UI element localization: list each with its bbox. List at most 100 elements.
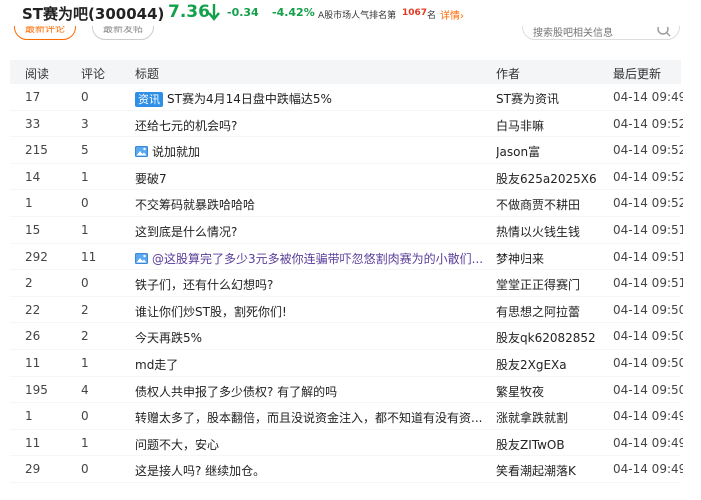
post-title-link[interactable]: 今天再跌5% (135, 329, 485, 346)
read-count: 195 (25, 382, 48, 397)
rank-unit: 名 (427, 11, 437, 21)
search-box[interactable] (522, 26, 680, 40)
header-read: 阅读 (25, 67, 50, 81)
author-link[interactable]: 涨就拿跌就割 (496, 409, 606, 426)
post-title-link[interactable]: 这到底是什么情况? (135, 223, 485, 240)
author-link[interactable]: 有思想之阿拉蕾 (496, 303, 606, 320)
author-link[interactable]: 繁星牧夜 (496, 383, 606, 400)
read-count: 17 (25, 90, 41, 104)
image-icon (135, 146, 148, 158)
post-title-link[interactable]: 说加就加 (152, 145, 200, 159)
detail-link[interactable]: 详情› (440, 7, 464, 22)
read-count: 15 (25, 222, 41, 237)
comment-count: 1 (81, 169, 89, 184)
stock-header: ST赛为吧(300044) 7.36 -0.34 -4.42% A股市场人气排名… (0, 0, 701, 26)
table-row: 11 1 md走了 股友2XgEXa 04-14 09:50 (10, 350, 683, 377)
post-title-link[interactable]: 这是接人吗? 继续加仓。 (135, 462, 485, 479)
tab-latest-posts[interactable]: 最新发帖 (92, 26, 154, 40)
table-row: 292 11 @这股算完了多少3元多被你连骗带吓忽悠割肉赛为的小散们... 梦神… (10, 244, 683, 271)
post-title-link[interactable]: 债权人共申报了多少债权? 有了解的吗 (135, 383, 485, 400)
update-time: 04-14 09:50 (613, 382, 683, 397)
down-arrow-icon (208, 4, 220, 21)
table-row: 195 4 债权人共申报了多少债权? 有了解的吗 繁星牧夜 04-14 09:5… (10, 377, 683, 404)
author-link[interactable]: 堂堂正正得赛门 (496, 276, 606, 293)
post-title-link[interactable]: 不交筹码就暴跌哈哈哈 (135, 196, 485, 213)
comment-count: 0 (81, 409, 89, 424)
post-title-cell: 说加就加 (135, 143, 485, 160)
post-title-link[interactable]: @这股算完了多少3元多被你连骗带吓忽悠割肉赛为的小散们... (152, 252, 483, 266)
stock-price: 7.36 (168, 2, 210, 22)
post-title-link[interactable]: 还给七元的机会吗? (135, 117, 485, 134)
update-time: 04-14 09:52 (613, 196, 683, 211)
author-link[interactable]: 股友qk62082852 (496, 329, 606, 346)
comment-count: 2 (81, 329, 89, 344)
table-row: 2 0 铁子们，还有什么幻想吗? 堂堂正正得赛门 04-14 09:51 (10, 270, 683, 297)
update-time: 04-14 09:52 (613, 143, 683, 158)
search-icon[interactable] (657, 27, 671, 39)
author-link[interactable]: 热情以火钱生钱 (496, 223, 606, 240)
read-count: 1 (25, 196, 33, 211)
price-change: -0.34 (227, 6, 259, 19)
author-link[interactable]: 股友2XgEXa (496, 356, 606, 373)
update-time: 04-14 09:49 (613, 90, 683, 104)
post-title-link[interactable]: 转赠太多了，股本翻倍，而且没说资金注入，都不知道有没有资... (135, 409, 485, 426)
comment-count: 0 (81, 462, 89, 477)
read-count: 1 (25, 409, 33, 424)
read-count: 26 (25, 329, 41, 344)
author-link[interactable]: 梦神归来 (496, 250, 606, 267)
read-count: 2 (25, 276, 33, 291)
post-title-link[interactable]: 谁让你们炒ST股，割死你们! (135, 303, 485, 320)
post-title-link[interactable]: 问题不大，安心 (135, 436, 485, 453)
read-count: 11 (25, 355, 41, 370)
image-icon (135, 252, 148, 264)
table-row: 1 0 不交筹码就暴跌哈哈哈 不做商贾不耕田 04-14 09:52 (10, 190, 683, 217)
update-time: 04-14 09:50 (613, 329, 683, 344)
author-link[interactable]: 股友625a2025X6 (496, 170, 606, 187)
search-input[interactable] (533, 27, 653, 39)
read-count: 292 (25, 249, 48, 264)
table-row: 33 3 还给七元的机会吗? 白马非嘛 04-14 09:52 (10, 111, 683, 138)
comment-count: 1 (81, 355, 89, 370)
comment-count: 1 (81, 222, 89, 237)
update-time: 04-14 09:51 (613, 222, 683, 237)
comment-count: 0 (81, 276, 89, 291)
table-header: 阅读 评论 标题 作者 最后更新 (10, 60, 681, 84)
post-title-cell: @这股算完了多少3元多被你连骗带吓忽悠割肉赛为的小散们... (135, 250, 485, 267)
table-row: 1 0 转赠太多了，股本翻倍，而且没说资金注入，都不知道有没有资... 涨就拿跌… (10, 403, 683, 430)
update-time: 04-14 09:50 (613, 302, 683, 317)
author-link[interactable]: Jason富 (496, 143, 606, 160)
comment-count: 2 (81, 302, 89, 317)
read-count: 11 (25, 435, 41, 450)
post-title-link[interactable]: 铁子们，还有什么幻想吗? (135, 276, 485, 293)
author-link[interactable]: 笑看潮起潮落K (496, 462, 606, 479)
comment-count: 0 (81, 90, 89, 104)
rank-number: 1067 (402, 8, 428, 18)
update-time: 04-14 09:51 (613, 249, 683, 264)
news-tag[interactable]: 资讯 (135, 92, 163, 107)
table-row: 29 0 这是接人吗? 继续加仓。 笑看潮起潮落K 04-14 09:49 (10, 456, 683, 483)
table-row: 15 1 这到底是什么情况? 热情以火钱生钱 04-14 09:51 (10, 217, 683, 244)
post-title-link[interactable]: ST赛为4月14日盘中跌幅达5% (167, 92, 332, 106)
update-time: 04-14 09:49 (613, 409, 683, 424)
comment-count: 3 (81, 116, 89, 131)
post-title-link[interactable]: 要破7 (135, 170, 485, 187)
author-link[interactable]: 不做商贾不耕田 (496, 196, 606, 213)
post-title-link[interactable]: md走了 (135, 356, 485, 373)
update-time: 04-14 09:52 (613, 169, 683, 184)
author-link[interactable]: 白马非嘛 (496, 117, 606, 134)
author-link[interactable]: ST赛为资讯 (496, 90, 606, 107)
author-link[interactable]: 股友ZITwOB (496, 436, 606, 453)
post-title-cell: 资讯 ST赛为4月14日盘中跌幅达5% (135, 90, 485, 107)
comment-count: 1 (81, 435, 89, 450)
update-time: 04-14 09:51 (613, 276, 683, 291)
table-row: 17 0 资讯 ST赛为4月14日盘中跌幅达5% ST赛为资讯 04-14 09:… (10, 84, 683, 111)
post-table: 阅读 评论 标题 作者 最后更新 17 0 资讯 ST赛为4月14日盘中跌幅达5%… (10, 60, 683, 483)
header-title: 标题 (135, 67, 160, 81)
update-time: 04-14 09:52 (613, 116, 683, 131)
read-count: 33 (25, 116, 41, 131)
tab-latest-comments[interactable]: 最新评论 (14, 26, 76, 40)
rank-label: A股市场人气排名第 (318, 11, 397, 21)
update-time: 04-14 09:49 (613, 462, 683, 477)
header-author: 作者 (496, 67, 521, 81)
bar-title[interactable]: ST赛为吧(300044) (22, 3, 164, 24)
